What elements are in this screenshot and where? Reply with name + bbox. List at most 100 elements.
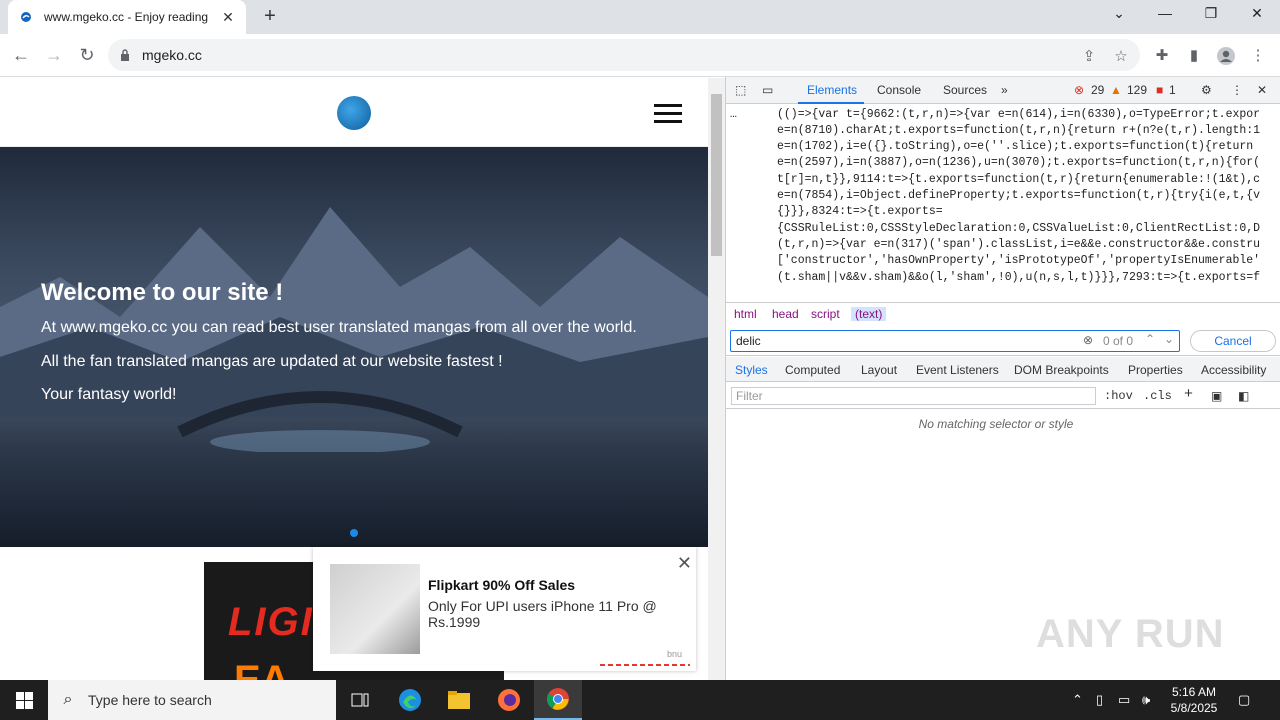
site-favicon-icon bbox=[18, 9, 34, 25]
tab-layout[interactable]: Layout bbox=[861, 363, 897, 377]
start-button[interactable] bbox=[0, 680, 48, 720]
code-line: e=n(7854),i=Object.defineProperty;t.expo… bbox=[777, 189, 1261, 202]
paint-brush-icon[interactable]: ▣ bbox=[1211, 389, 1222, 404]
ad-product-image[interactable] bbox=[330, 564, 420, 654]
issue-count[interactable]: 1 bbox=[1169, 83, 1176, 97]
search-result-count: 0 of 0 bbox=[1103, 334, 1134, 348]
taskbar-search-box[interactable]: ⌕ Type here to search bbox=[48, 680, 336, 720]
code-line: (()=>{var t={9662:(t,r,n)=>{var e=n(614)… bbox=[777, 108, 1261, 121]
ad-popup[interactable]: Flipkart 90% Off Sales Only For UPI user… bbox=[313, 547, 696, 671]
side-panel-icon[interactable]: ▮ bbox=[1184, 46, 1204, 66]
tab-styles[interactable]: Styles bbox=[735, 363, 768, 377]
address-bar[interactable]: mgeko.cc ⇪ ☆ bbox=[108, 39, 1140, 71]
url-text: mgeko.cc bbox=[142, 47, 202, 63]
tab-search-icon[interactable]: ⌄ bbox=[1107, 5, 1131, 27]
profile-avatar-icon[interactable] bbox=[1216, 46, 1236, 66]
share-icon[interactable]: ⇪ bbox=[1080, 47, 1098, 65]
back-button[interactable]: ← bbox=[10, 44, 32, 66]
code-line: (t,r,n)=>{var e=n(317)('span').classList… bbox=[777, 238, 1261, 251]
watermark-logo: ANY RUN bbox=[1036, 612, 1225, 656]
tab-strip: www.mgeko.cc - Enjoy reading ✕ + ⌄ — ❐ ✕ bbox=[0, 0, 1280, 34]
restore-button[interactable]: ❐ bbox=[1199, 5, 1223, 27]
ad-close-icon[interactable]: ✕ bbox=[677, 553, 692, 574]
firefox-icon[interactable] bbox=[485, 680, 533, 720]
ellipsis-icon[interactable]: … bbox=[730, 108, 737, 121]
hamburger-menu-icon[interactable] bbox=[654, 104, 682, 124]
hero-banner: Welcome to our site ! At www.mgeko.cc yo… bbox=[0, 147, 708, 547]
site-logo[interactable] bbox=[337, 96, 371, 130]
code-line: (t.sham||v&&v.sham)&&o(l,'sham',!0),u(n,… bbox=[777, 271, 1261, 284]
file-explorer-icon[interactable] bbox=[435, 680, 483, 720]
crumb-text[interactable]: (text) bbox=[851, 307, 887, 321]
search-icon: ⌕ bbox=[63, 691, 73, 708]
edge-icon[interactable] bbox=[386, 680, 434, 720]
forward-button[interactable]: → bbox=[43, 44, 65, 66]
crumb-html[interactable]: html bbox=[734, 307, 757, 321]
warning-count[interactable]: 129 bbox=[1127, 83, 1147, 97]
code-line: {CSSRuleList:0,CSSStyleDeclaration:0,CSS… bbox=[777, 222, 1261, 235]
browser-menu-icon[interactable]: ⋮ bbox=[1248, 46, 1268, 66]
taskbar-clock[interactable]: 5:16 AM 5/8/2025 bbox=[1162, 684, 1226, 716]
tray-chevron-icon[interactable]: ⌃ bbox=[1072, 692, 1083, 708]
devtools-close-icon[interactable]: ✕ bbox=[1257, 83, 1267, 97]
browser-tab[interactable]: www.mgeko.cc - Enjoy reading ✕ bbox=[8, 0, 246, 34]
devtools-menu-icon[interactable]: ⋮ bbox=[1231, 83, 1243, 97]
crumb-script[interactable]: script bbox=[811, 307, 840, 321]
cancel-search-button[interactable]: Cancel bbox=[1190, 330, 1276, 352]
code-line: e=n(2597),i=n(3887),o=n(1236),u=n(3070);… bbox=[777, 156, 1261, 169]
more-tabs-icon[interactable]: » bbox=[1001, 83, 1008, 97]
tab-title: www.mgeko.cc - Enjoy reading bbox=[44, 10, 209, 24]
site-header bbox=[0, 78, 708, 147]
windows-logo-icon bbox=[15, 691, 33, 709]
tab-console[interactable]: Console bbox=[877, 83, 921, 97]
styles-pane-tabs: Styles Computed Layout Event Listeners D… bbox=[726, 357, 1280, 382]
breadcrumb: html head script (text) bbox=[726, 302, 1280, 324]
minimize-button[interactable]: — bbox=[1153, 5, 1177, 27]
tab-elements[interactable]: Elements bbox=[807, 83, 857, 97]
carousel-dot[interactable] bbox=[350, 529, 358, 537]
issue-icon[interactable]: ■ bbox=[1156, 83, 1163, 97]
warning-icon[interactable]: ▲ bbox=[1110, 83, 1122, 97]
page-scrollbar-thumb[interactable] bbox=[711, 94, 722, 256]
toggle-sidebar-icon[interactable]: ◧ bbox=[1238, 389, 1249, 404]
network-icon[interactable]: ▭ bbox=[1118, 692, 1130, 708]
notification-icon[interactable]: ▢ bbox=[1238, 692, 1250, 708]
page-scrollbar[interactable] bbox=[708, 78, 725, 680]
device-toolbar-icon[interactable]: ▭ bbox=[762, 83, 773, 97]
tray-device-icon[interactable]: ▯ bbox=[1096, 692, 1103, 708]
error-icon[interactable]: ⊗ bbox=[1074, 83, 1084, 97]
tab-properties[interactable]: Properties bbox=[1128, 363, 1183, 377]
error-count[interactable]: 29 bbox=[1091, 83, 1104, 97]
web-page: Welcome to our site ! At www.mgeko.cc yo… bbox=[0, 78, 708, 680]
inspect-element-icon[interactable]: ⬚ bbox=[735, 83, 746, 97]
search-prev-icon[interactable]: ⌃ bbox=[1145, 332, 1155, 346]
hero-text-line2: All the fan translated mangas are update… bbox=[41, 353, 503, 370]
tab-computed[interactable]: Computed bbox=[785, 363, 840, 377]
tab-close-icon[interactable]: ✕ bbox=[220, 9, 236, 26]
cls-toggle[interactable]: .cls bbox=[1143, 389, 1172, 403]
tab-sources[interactable]: Sources bbox=[943, 83, 987, 97]
windows-taskbar: ⌕ Type here to search ⌃ ▯ ▭ 🕪 5:16 AM 5/… bbox=[0, 680, 1280, 720]
bridge-illustration bbox=[177, 391, 463, 452]
code-line: e=n(1702),i=e({}.toString),o=e(''.slice)… bbox=[777, 140, 1254, 153]
hov-toggle[interactable]: :hov bbox=[1104, 389, 1133, 403]
close-window-button[interactable]: ✕ bbox=[1245, 5, 1269, 27]
elements-code-view[interactable]: … (()=>{var t={9662:(t,r,n)=>{var e=n(61… bbox=[726, 104, 1280, 296]
tab-dom-breakpoints[interactable]: DOM Breakpoints bbox=[1014, 363, 1109, 377]
ad-progress-bar bbox=[600, 664, 690, 666]
search-next-icon[interactable]: ⌄ bbox=[1164, 332, 1174, 346]
settings-gear-icon[interactable]: ⚙ bbox=[1201, 83, 1212, 97]
extensions-icon[interactable]: ✚ bbox=[1152, 46, 1172, 66]
new-style-rule-icon[interactable]: + bbox=[1184, 386, 1193, 403]
crumb-head[interactable]: head bbox=[772, 307, 799, 321]
tab-event-listeners[interactable]: Event Listeners bbox=[916, 363, 999, 377]
chrome-icon[interactable] bbox=[534, 680, 582, 720]
new-tab-button[interactable]: + bbox=[258, 6, 282, 28]
task-view-icon[interactable] bbox=[336, 680, 384, 720]
bookmark-star-icon[interactable]: ☆ bbox=[1112, 47, 1130, 65]
reload-button[interactable]: ↻ bbox=[76, 44, 98, 66]
styles-filter-input[interactable]: Filter bbox=[731, 387, 1096, 405]
tab-accessibility[interactable]: Accessibility bbox=[1201, 363, 1266, 377]
volume-icon[interactable]: 🕪 bbox=[1142, 692, 1150, 708]
clear-search-icon[interactable]: ⊗ bbox=[1083, 333, 1093, 347]
